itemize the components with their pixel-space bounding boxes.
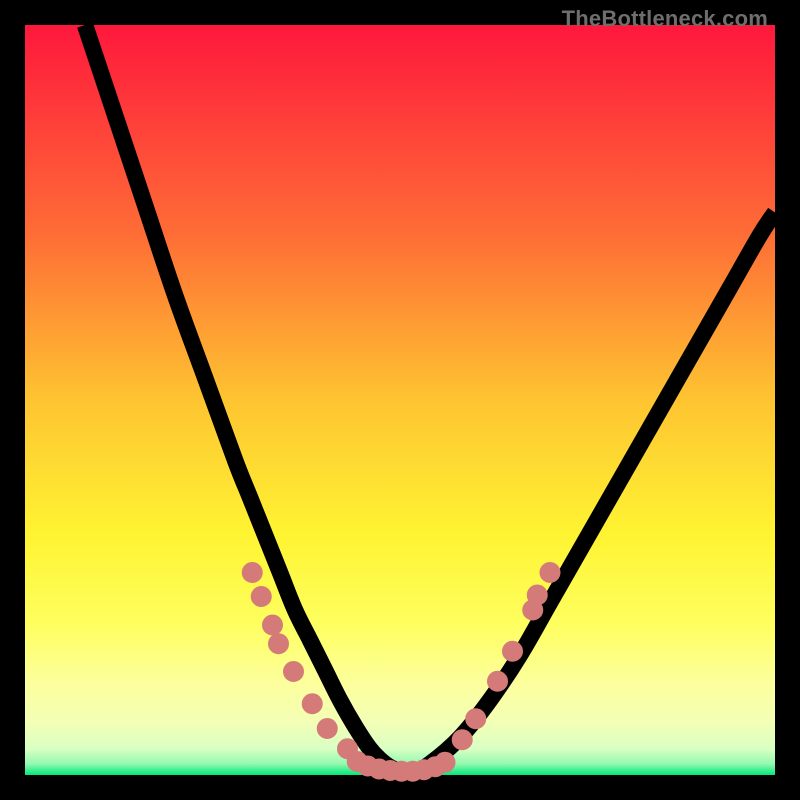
data-marker: [436, 754, 453, 771]
data-marker: [270, 635, 287, 652]
data-marker: [529, 586, 546, 603]
data-marker: [285, 663, 302, 680]
bottleneck-curve: [85, 25, 775, 772]
data-marker: [244, 564, 261, 581]
data-marker: [304, 695, 321, 712]
data-marker: [489, 673, 506, 690]
data-marker: [467, 710, 484, 727]
data-marker: [454, 731, 471, 748]
data-marker: [504, 643, 521, 660]
chart-svg: [25, 25, 775, 775]
data-marker: [264, 616, 281, 633]
data-marker: [319, 720, 336, 737]
data-marker: [541, 564, 558, 581]
data-marker: [253, 588, 270, 605]
watermark-text: TheBottleneck.com: [562, 6, 768, 32]
